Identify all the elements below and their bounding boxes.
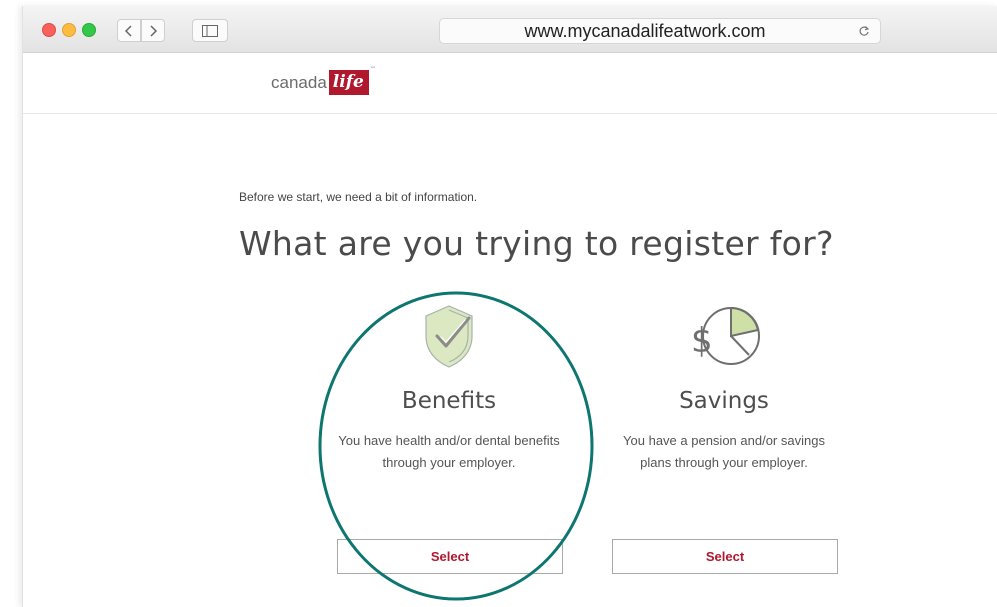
- zoom-window-button[interactable]: [82, 23, 96, 37]
- shield-check-icon: [425, 305, 473, 368]
- close-window-button[interactable]: [42, 23, 56, 37]
- back-button[interactable]: [117, 19, 141, 42]
- minimize-window-button[interactable]: [62, 23, 76, 37]
- intro-text: Before we start, we need a bit of inform…: [239, 190, 478, 204]
- chevron-right-icon: [150, 24, 158, 37]
- dollar-sign-glyph: $: [691, 321, 713, 361]
- forward-button[interactable]: [141, 19, 165, 42]
- logo-wordmark: canada: [271, 72, 327, 92]
- trademark-symbol: ™: [369, 66, 376, 73]
- address-bar[interactable]: www.mycanadalifeatwork.com: [439, 18, 881, 44]
- select-benefits-button[interactable]: Select: [337, 539, 563, 574]
- savings-description: You have a pension and/or savings plans …: [623, 433, 825, 470]
- sidebar-icon: [202, 24, 218, 37]
- sidebar-toggle-button[interactable]: [192, 19, 228, 42]
- select-savings-button[interactable]: Select: [612, 539, 838, 574]
- logo-life-mark: life: [328, 70, 369, 95]
- benefits-title: Benefits: [401, 388, 497, 414]
- savings-title: Savings: [679, 388, 769, 414]
- page-title: What are you trying to register for?: [239, 224, 834, 263]
- benefits-description: You have health and/or dental benefits t…: [338, 433, 560, 470]
- benefits-option[interactable]: Benefits You have health and/or dental b…: [329, 300, 569, 474]
- chevron-left-icon: [124, 24, 132, 37]
- url-text[interactable]: www.mycanadalifeatwork.com: [440, 19, 850, 43]
- browser-toolbar: www.mycanadalifeatwork.com: [23, 6, 997, 53]
- site-header: canada life ™: [23, 53, 997, 114]
- dollar-pie-chart-icon: $: [691, 306, 760, 365]
- canada-life-logo[interactable]: canada life ™: [271, 66, 376, 95]
- savings-option[interactable]: $ Savings You have a pension and/or savi…: [604, 300, 844, 474]
- reload-button[interactable]: [856, 23, 872, 39]
- reload-icon: [859, 26, 870, 36]
